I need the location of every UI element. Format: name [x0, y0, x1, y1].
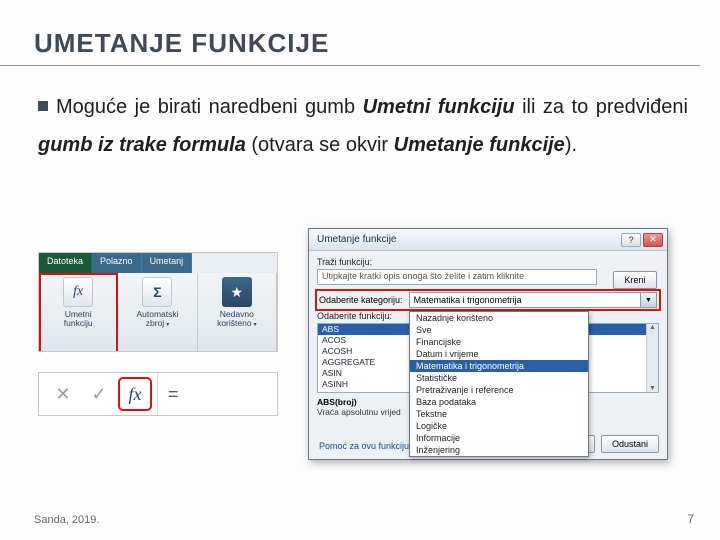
- dropdown-item[interactable]: Datum i vrijeme: [410, 348, 588, 360]
- category-label: Odaberite kategoriju:: [319, 295, 403, 305]
- cancel-button[interactable]: Odustani: [601, 435, 659, 453]
- group-recent-label2: korišteno▾: [217, 319, 257, 329]
- formula-bar-screenshot: ✕ ✓ fx =: [38, 372, 278, 416]
- ribbon-body: fx Umetni funkciju Σ Automatski zbroj▾ ★…: [39, 273, 277, 352]
- group-autosum[interactable]: Σ Automatski zbroj▾: [118, 273, 197, 352]
- search-label: Traži funkciju:: [317, 257, 659, 267]
- dropdown-item[interactable]: Nazadnje korišteno: [410, 312, 588, 324]
- bullet-icon: [38, 101, 48, 111]
- formula-equals: =: [157, 373, 179, 415]
- close-icon[interactable]: ✕: [643, 233, 663, 247]
- body-suffix1: (otvara se okvir: [246, 134, 394, 156]
- help-icon[interactable]: ?: [621, 233, 641, 247]
- footer-author: Sanda, 2019.: [34, 514, 99, 526]
- cancel-icon[interactable]: ✕: [49, 380, 77, 408]
- help-link[interactable]: Pomoć za ovu funkciju: [319, 441, 409, 451]
- dropdown-item[interactable]: Statističke: [410, 372, 588, 384]
- dropdown-item[interactable]: Logičke: [410, 420, 588, 432]
- chevron-down-icon: ▾: [254, 322, 257, 329]
- group-insert-function[interactable]: fx Umetni funkciju: [39, 273, 118, 352]
- dropdown-item[interactable]: Financijske: [410, 336, 588, 348]
- excel-ribbon-screenshot: Datoteka Polazno Umetanj fx Umetni funkc…: [38, 252, 278, 352]
- star-icon: ★: [222, 277, 252, 307]
- page-number: 7: [687, 512, 694, 526]
- ribbon-tabs: Datoteka Polazno Umetanj: [39, 253, 277, 273]
- go-button[interactable]: Kreni: [613, 271, 657, 289]
- dropdown-item[interactable]: Baza podataka: [410, 396, 588, 408]
- slide-title: UMETANJE FUNKCIJE: [0, 0, 700, 66]
- dialog-titlebar: Umetanje funkcije ? ✕: [309, 229, 667, 251]
- body-paragraph: Moguće je birati naredbeni gumb Umetni f…: [0, 66, 720, 164]
- tab-home[interactable]: Polazno: [92, 253, 142, 273]
- category-select[interactable]: Matematika i trigonometrija ▼: [409, 292, 657, 308]
- dropdown-item[interactable]: Tekstne: [410, 408, 588, 420]
- tab-file[interactable]: Datoteka: [39, 253, 92, 273]
- insert-function-dialog: Umetanje funkcije ? ✕ Traži funkciju: Ut…: [308, 228, 668, 460]
- category-dropdown-list[interactable]: Nazadnje korištenoSveFinancijskeDatum i …: [409, 311, 589, 457]
- tab-insert[interactable]: Umetanj: [142, 253, 193, 273]
- confirm-icon[interactable]: ✓: [85, 380, 113, 408]
- dropdown-item[interactable]: Informacije: [410, 432, 588, 444]
- chevron-down-icon: ▾: [166, 322, 169, 329]
- body-emph-2: gumb iz trake formula: [38, 134, 246, 156]
- fx-icon: fx: [63, 277, 93, 307]
- sigma-icon: Σ: [142, 277, 172, 307]
- insert-function-fx-button[interactable]: fx: [121, 380, 149, 408]
- group-insert-fn-label2: funkciju: [64, 319, 93, 328]
- chevron-down-icon[interactable]: ▼: [640, 293, 656, 307]
- search-input[interactable]: Utipkajte kratki opis onoga što želite i…: [317, 269, 597, 285]
- screenshot-area: Datoteka Polazno Umetanj fx Umetni funkc…: [38, 252, 688, 490]
- dropdown-item[interactable]: Pretraživanje i reference: [410, 384, 588, 396]
- body-emph-1: Umetni funkciju: [363, 96, 515, 118]
- dropdown-item[interactable]: Sve: [410, 324, 588, 336]
- category-value: Matematika i trigonometrija: [414, 295, 522, 305]
- group-recent[interactable]: ★ Nedavno korišteno▾: [198, 273, 277, 352]
- dropdown-item[interactable]: Inženjering: [410, 444, 588, 456]
- body-mid: ili za to predviđeni: [515, 96, 688, 118]
- dropdown-item[interactable]: Matematika i trigonometrija: [410, 360, 588, 372]
- scrollbar[interactable]: [646, 324, 658, 392]
- body-emph-3: Umetanje funkcije: [394, 134, 565, 156]
- group-autosum-label2: zbroj▾: [146, 319, 169, 329]
- category-row: Odaberite kategoriju: Matematika i trigo…: [317, 291, 659, 309]
- dialog-title: Umetanje funkcije: [317, 234, 619, 245]
- body-suffix2: ).: [565, 134, 577, 156]
- body-prefix: Moguće je birati naredbeni gumb: [56, 96, 363, 118]
